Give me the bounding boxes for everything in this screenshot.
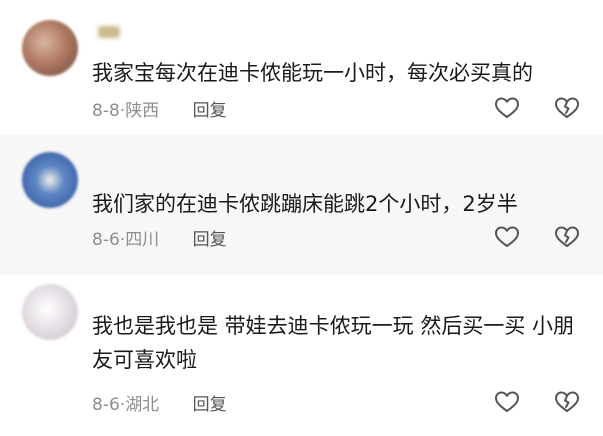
broken-heart-icon (555, 391, 579, 412)
comment-text: 我也是我也是 带娃去迪卡侬玩一玩 然后买一买 小朋友可喜欢啦 (92, 314, 575, 372)
comment-date: 8-6 (92, 395, 120, 415)
like-button[interactable] (494, 225, 520, 249)
broken-heart-icon (555, 97, 579, 118)
heart-icon (495, 97, 519, 118)
reply-button[interactable]: 回复 (193, 230, 227, 250)
comment-location: 湖北 (125, 395, 160, 415)
comment-text: 我们家的在迪卡侬跳蹦床能跳2个小时，2岁半 (92, 192, 518, 216)
like-button[interactable] (494, 96, 520, 120)
comment-location: 陕西 (125, 101, 160, 121)
comment-item: 我们家的在迪卡侬跳蹦床能跳2个小时，2岁半 8-6·四川 回复 (0, 135, 603, 275)
avatar[interactable] (22, 152, 78, 208)
dislike-button[interactable] (554, 390, 580, 414)
dislike-button[interactable] (554, 225, 580, 249)
heart-icon (495, 226, 519, 247)
username[interactable] (92, 24, 120, 39)
comment-meta: 8-6·湖北 回复 (92, 390, 227, 415)
comment-date: 8-8 (92, 101, 120, 121)
comment-text: 我家宝每次在迪卡侬能玩一小时，每次必买真的 (92, 61, 533, 85)
comment-date: 8-6 (92, 230, 120, 250)
broken-heart-icon (555, 226, 579, 247)
comment-item: 我也是我也是 带娃去迪卡侬玩一玩 然后买一买 小朋友可喜欢啦 8-6·湖北 回复 (0, 275, 603, 436)
avatar[interactable] (22, 284, 78, 340)
dislike-button[interactable] (554, 96, 580, 120)
comment-meta: 8-8·陕西 回复 (92, 96, 227, 121)
comment-location: 四川 (125, 230, 160, 250)
user-badge-icon (98, 25, 120, 38)
comment-item: 我家宝每次在迪卡侬能玩一小时，每次必买真的 8-8·陕西 回复 (0, 0, 603, 135)
reply-button[interactable]: 回复 (193, 101, 227, 121)
heart-icon (495, 391, 519, 412)
like-button[interactable] (494, 390, 520, 414)
avatar[interactable] (22, 20, 78, 76)
reply-button[interactable]: 回复 (193, 395, 227, 415)
comment-meta: 8-6·四川 回复 (92, 225, 227, 250)
